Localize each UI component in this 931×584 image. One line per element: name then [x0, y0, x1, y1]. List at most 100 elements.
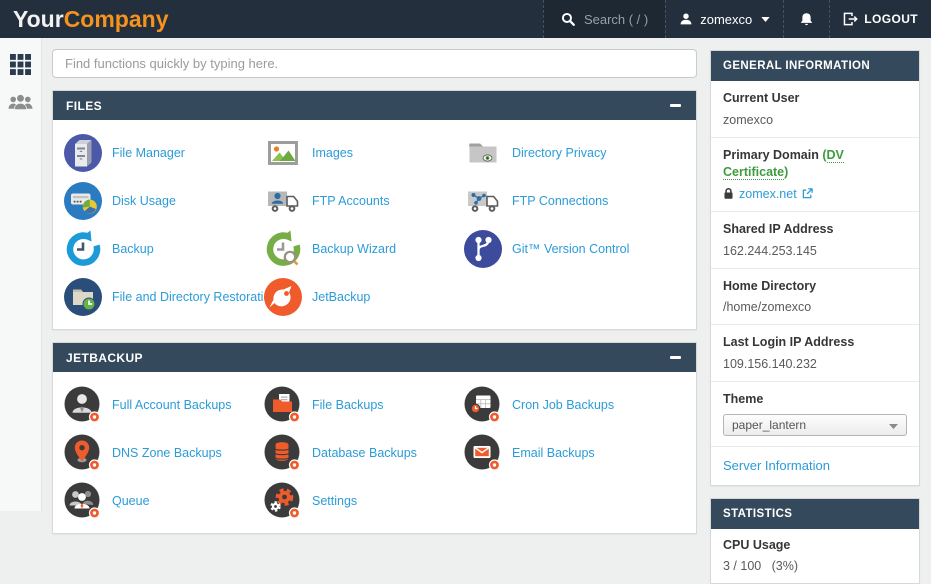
- logout-icon: [843, 12, 858, 26]
- app-label-settings[interactable]: Settings: [312, 494, 357, 508]
- app-label-directory-privacy[interactable]: Directory Privacy: [512, 146, 606, 160]
- info-label: Current User: [723, 90, 907, 107]
- section-header-jetbackup[interactable]: JETBACKUP: [53, 343, 696, 372]
- info-value: 162.244.253.145: [723, 244, 907, 258]
- lock-icon: [723, 187, 734, 200]
- info-value: /home/zomexco: [723, 300, 907, 314]
- git-version-control-icon[interactable]: [463, 229, 503, 269]
- app-link-directory-privacy[interactable]: Directory Privacy: [463, 129, 663, 177]
- server-information-link[interactable]: Server Information: [723, 458, 830, 473]
- backup-wizard-icon[interactable]: [263, 229, 303, 269]
- app-label-email-backups[interactable]: Email Backups: [512, 446, 595, 460]
- jetbackup-icon[interactable]: [263, 277, 303, 317]
- app-label-cron-job-backups[interactable]: Cron Job Backups: [512, 398, 614, 412]
- header-search[interactable]: Search ( / ): [543, 0, 665, 38]
- file-restoration-icon[interactable]: [63, 277, 103, 317]
- app-label-file-manager[interactable]: File Manager: [112, 146, 185, 160]
- settings-icon[interactable]: [263, 481, 303, 521]
- app-label-dns-zone-backups[interactable]: DNS Zone Backups: [112, 446, 222, 460]
- app-link-dns-zone-backups[interactable]: DNS Zone Backups: [63, 429, 263, 477]
- app-label-backup-wizard[interactable]: Backup Wizard: [312, 242, 396, 256]
- logout-button[interactable]: LOGOUT: [829, 0, 931, 38]
- company-logo[interactable]: YourCompany: [0, 6, 168, 33]
- info-value: zomexco: [723, 113, 907, 127]
- main-content: FILES File Manager Images Directory Privacy…: [52, 49, 697, 534]
- app-link-full-account-backups[interactable]: Full Account Backups: [63, 381, 263, 429]
- rail-apps-button[interactable]: [0, 45, 41, 83]
- app-link-backup[interactable]: Backup: [63, 225, 263, 273]
- app-label-git-version-control[interactable]: Git™ Version Control: [512, 242, 629, 256]
- images-icon[interactable]: [263, 133, 303, 173]
- app-label-ftp-connections[interactable]: FTP Connections: [512, 194, 608, 208]
- minus-icon: [670, 356, 681, 359]
- theme-select[interactable]: paper_lantern: [723, 414, 907, 436]
- logo-part1: Your: [13, 6, 64, 32]
- file-manager-icon[interactable]: [63, 133, 103, 173]
- app-link-email-backups[interactable]: Email Backups: [463, 429, 663, 477]
- notifications-button[interactable]: [783, 0, 829, 38]
- app-grid-files: File Manager Images Directory Privacy Disk …: [53, 120, 696, 329]
- file-backups-icon[interactable]: [263, 385, 303, 425]
- app-link-git-version-control[interactable]: Git™ Version Control: [463, 225, 663, 273]
- ftp-connections-icon[interactable]: [463, 181, 503, 221]
- app-link-ftp-connections[interactable]: FTP Connections: [463, 177, 663, 225]
- find-functions-input[interactable]: [52, 49, 697, 78]
- collapse-minus-button[interactable]: [667, 350, 683, 366]
- database-backups-icon[interactable]: [263, 433, 303, 473]
- logout-label: LOGOUT: [864, 12, 918, 26]
- app-label-file-backups[interactable]: File Backups: [312, 398, 384, 412]
- app-link-cron-job-backups[interactable]: Cron Job Backups: [463, 381, 663, 429]
- bell-icon: [799, 12, 814, 27]
- info-row-shared-ip-address: Shared IP Address162.244.253.145: [711, 211, 919, 268]
- section-title: FILES: [66, 99, 102, 113]
- email-backups-icon[interactable]: [463, 433, 503, 473]
- app-link-ftp-accounts[interactable]: FTP Accounts: [263, 177, 463, 225]
- app-label-jetbackup[interactable]: JetBackup: [312, 290, 370, 304]
- server-information-row: Server Information: [711, 446, 919, 485]
- info-row-theme: Themepaper_lantern: [711, 381, 919, 446]
- app-label-queue[interactable]: Queue: [112, 494, 150, 508]
- external-link-icon[interactable]: [802, 188, 813, 199]
- info-label: Primary Domain (DV Certificate): [723, 147, 907, 181]
- queue-icon[interactable]: [63, 481, 103, 521]
- disk-usage-icon[interactable]: [63, 181, 103, 221]
- info-label: Home Directory: [723, 278, 907, 295]
- app-link-backup-wizard[interactable]: Backup Wizard: [263, 225, 463, 273]
- app-label-ftp-accounts[interactable]: FTP Accounts: [312, 194, 390, 208]
- cert-close-paren: ): [784, 165, 788, 179]
- app-label-images[interactable]: Images: [312, 146, 353, 160]
- app-label-file-restoration[interactable]: File and Directory Restoration: [112, 290, 277, 304]
- app-link-settings[interactable]: Settings: [263, 477, 463, 525]
- full-account-backups-icon[interactable]: [63, 385, 103, 425]
- general-information-title: GENERAL INFORMATION: [723, 60, 870, 72]
- app-link-images[interactable]: Images: [263, 129, 463, 177]
- info-row-home-directory: Home Directory/home/zomexco: [711, 268, 919, 325]
- minus-icon: [670, 104, 681, 107]
- theme-select-value: paper_lantern: [732, 418, 806, 432]
- app-link-disk-usage[interactable]: Disk Usage: [63, 177, 263, 225]
- app-link-file-backups[interactable]: File Backups: [263, 381, 463, 429]
- app-label-backup[interactable]: Backup: [112, 242, 154, 256]
- app-link-file-manager[interactable]: File Manager: [63, 129, 263, 177]
- collapse-minus-button[interactable]: [667, 98, 683, 114]
- section-card-jetbackup: JETBACKUP Full Account Backups File Backup…: [52, 342, 697, 534]
- app-link-file-restoration[interactable]: File and Directory Restoration: [63, 273, 263, 321]
- app-link-database-backups[interactable]: Database Backups: [263, 429, 463, 477]
- app-label-database-backups[interactable]: Database Backups: [312, 446, 417, 460]
- user-menu[interactable]: zomexco: [665, 0, 783, 38]
- directory-privacy-icon[interactable]: [463, 133, 503, 173]
- ftp-accounts-icon[interactable]: [263, 181, 303, 221]
- primary-domain-link[interactable]: zomex.net: [739, 187, 797, 201]
- user-icon: [679, 12, 693, 26]
- app-link-queue[interactable]: Queue: [63, 477, 263, 525]
- backup-icon[interactable]: [63, 229, 103, 269]
- cron-job-backups-icon[interactable]: [463, 385, 503, 425]
- rail-user-manager-button[interactable]: [0, 83, 41, 121]
- app-label-disk-usage[interactable]: Disk Usage: [112, 194, 176, 208]
- dns-zone-backups-icon[interactable]: [63, 433, 103, 473]
- app-link-jetbackup[interactable]: JetBackup: [263, 273, 463, 321]
- section-header-files[interactable]: FILES: [53, 91, 696, 120]
- app-label-full-account-backups[interactable]: Full Account Backups: [112, 398, 232, 412]
- search-icon: [561, 12, 575, 26]
- logo-part2: Company: [64, 6, 169, 32]
